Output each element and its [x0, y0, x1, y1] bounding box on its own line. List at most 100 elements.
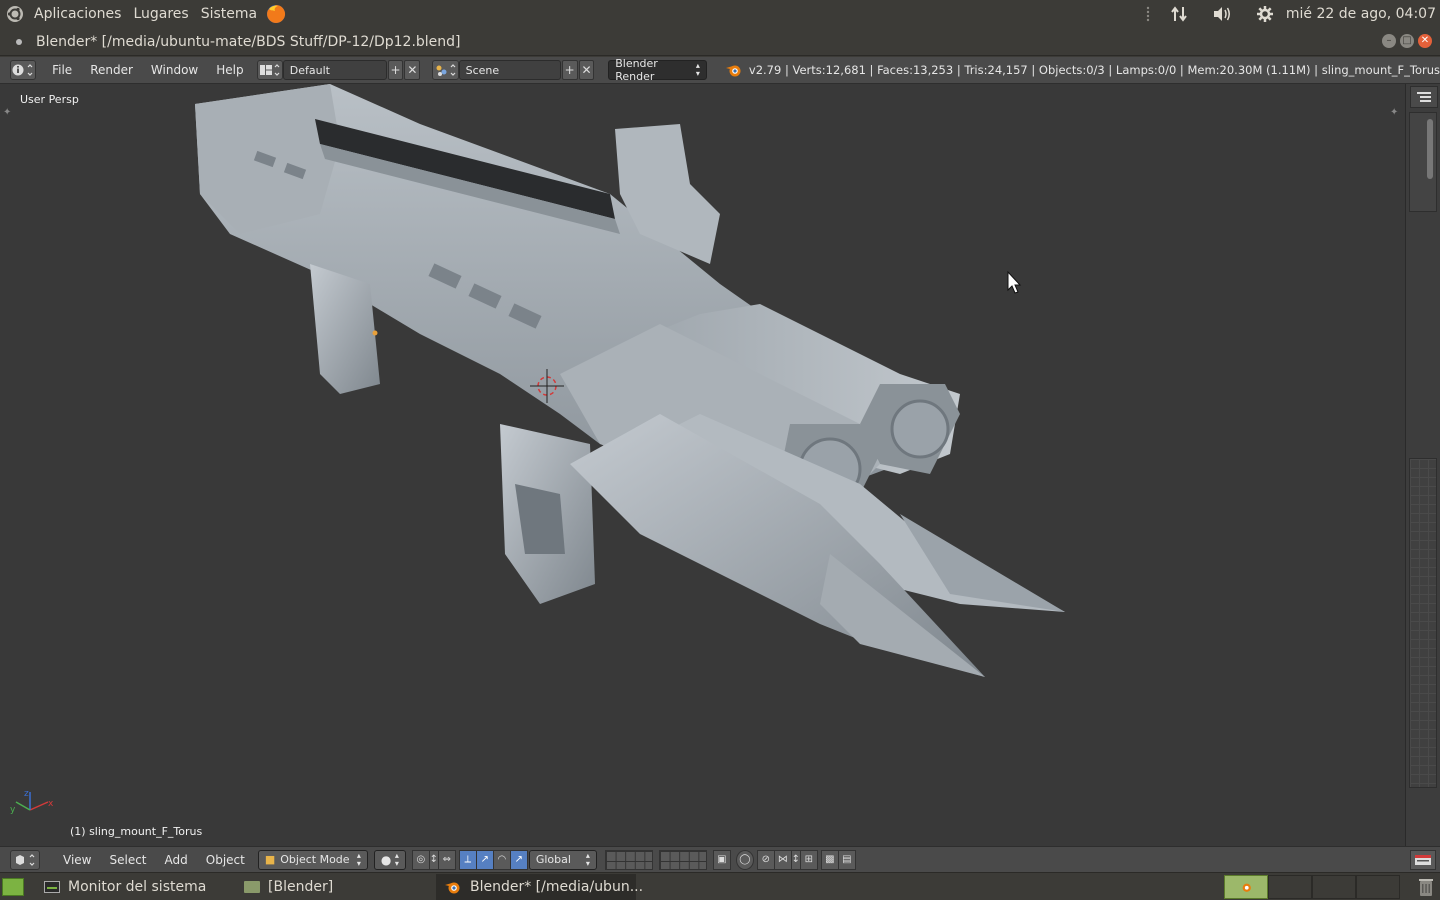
dropdown-arrows-icon: ▴ ▾: [585, 850, 590, 868]
menu-object[interactable]: Object: [197, 846, 254, 873]
corner-widget-icon[interactable]: ✦: [1390, 107, 1398, 118]
dropdown-arrows-icon: ▴ ▾: [695, 61, 700, 78]
proportional-edit-icon[interactable]: ◯: [735, 849, 754, 870]
mouse-pointer-icon: [1007, 270, 1022, 294]
menu-lugares[interactable]: Lugares: [127, 0, 194, 28]
info-header: File Render Window Help Default + ✕ Scen…: [0, 57, 1440, 84]
bottom-taskbar: Monitor del sistema [Blender] Blender* […: [0, 872, 1440, 900]
add-scene-icon[interactable]: +: [561, 60, 578, 80]
layers-grid-2[interactable]: [658, 849, 707, 870]
corner-widget-icon[interactable]: ✦: [3, 107, 11, 118]
clock[interactable]: mié 22 de ago, 04:07: [1282, 0, 1440, 28]
window-title: Blender* [/media/ubuntu-mate/BDS Stuff/D…: [36, 33, 461, 50]
firefox-icon[interactable]: [263, 0, 289, 28]
remove-layout-icon[interactable]: ✕: [404, 60, 421, 80]
translate-manipulator-icon[interactable]: ⟂: [458, 849, 477, 870]
add-layout-icon[interactable]: +: [387, 60, 404, 80]
trash-icon[interactable]: [1418, 877, 1434, 897]
window-menu-icon[interactable]: [16, 38, 22, 45]
ubuntu-logo-icon[interactable]: [0, 0, 28, 28]
settings-gear-icon[interactable]: [1244, 0, 1282, 28]
3d-model-render[interactable]: ✦ ✦ z y x: [0, 84, 1405, 846]
object-mode-cube-icon: ■: [264, 853, 276, 866]
viewport-shading-dropdown[interactable]: ● ▴ ▾: [373, 849, 406, 870]
close-button[interactable]: ✕: [1418, 34, 1432, 48]
snap-toggle-icon[interactable]: ⊘: [756, 849, 775, 870]
window-titlebar[interactable]: Blender* [/media/ubuntu-mate/BDS Stuff/D…: [0, 28, 1440, 56]
task-system-monitor[interactable]: Monitor del sistema: [36, 874, 236, 900]
rotate-manipulator-icon[interactable]: ↗: [475, 849, 494, 870]
render-engine-label: Blender Render: [615, 57, 658, 83]
properties-region[interactable]: [1409, 458, 1437, 788]
manipulator-space-icon[interactable]: ↗: [509, 849, 528, 870]
editor-type-info-button[interactable]: [10, 60, 37, 80]
menu-help[interactable]: Help: [207, 57, 252, 84]
screen-layout-field[interactable]: Default: [282, 60, 387, 80]
maximize-button[interactable]: □: [1400, 34, 1414, 48]
editor-type-3dview-button[interactable]: [10, 849, 40, 870]
remove-scene-icon[interactable]: ✕: [578, 60, 595, 80]
menu-render[interactable]: Render: [81, 57, 142, 84]
scene-icon[interactable]: [432, 60, 459, 80]
scene-statistics: v2.79 | Verts:12,681 | Faces:13,253 | Tr…: [748, 63, 1440, 77]
show-desktop-icon[interactable]: [2, 877, 24, 896]
object-mode-dropdown[interactable]: ■ Object Mode ▴ ▾: [257, 849, 368, 870]
3d-view-header: View Select Add Object ■ Object Mode ▴ ▾ …: [0, 846, 1440, 872]
workspace-switcher[interactable]: [1224, 875, 1400, 899]
menu-aplicaciones[interactable]: Aplicaciones: [28, 0, 127, 28]
3d-viewport[interactable]: User Persp ✦ ✦ z y x (1) sling_mount_F_T…: [0, 84, 1405, 846]
workspace-1[interactable]: [1224, 875, 1268, 899]
menu-window[interactable]: Window: [142, 57, 207, 84]
info-editor-icon[interactable]: [1410, 850, 1436, 870]
svg-text:x: x: [48, 799, 54, 809]
volume-icon[interactable]: [1200, 0, 1244, 28]
transform-orientation-label: Global: [535, 853, 571, 866]
screen-layout-icon[interactable]: [256, 60, 283, 80]
workspace-3[interactable]: [1312, 875, 1356, 899]
task-blender-folder[interactable]: [Blender]: [236, 874, 436, 900]
pivot-point-icon[interactable]: ◎: [411, 849, 430, 870]
menu-add[interactable]: Add: [156, 846, 197, 873]
system-monitor-icon: [44, 880, 60, 893]
network-icon[interactable]: [1158, 0, 1200, 28]
menu-view[interactable]: View: [54, 846, 100, 873]
svg-text:z: z: [24, 789, 29, 799]
object-origin-icon: [372, 330, 378, 336]
lock-layers-icon[interactable]: ▣: [712, 849, 731, 870]
active-object-label: (1) sling_mount_F_Torus: [70, 825, 203, 838]
dropdown-arrows-icon: ▴ ▾: [394, 850, 399, 868]
task-label: Blender* [/media/ubun...: [470, 878, 644, 895]
scene-field[interactable]: Scene: [458, 60, 561, 80]
menu-file[interactable]: File: [43, 57, 81, 84]
render-engine-dropdown[interactable]: Blender Render ▴ ▾: [608, 57, 707, 83]
transform-orientation-dropdown[interactable]: Global ▴ ▾: [528, 849, 597, 870]
menu-select[interactable]: Select: [100, 846, 155, 873]
minimize-button[interactable]: –: [1382, 34, 1396, 48]
top-panel: Aplicaciones Lugares Sistema mié 22 de a…: [0, 0, 1440, 28]
dropdown-arrows-icon: ▴ ▾: [356, 850, 361, 868]
axis-gizmo-icon: z y x: [10, 789, 54, 815]
opengl-render-animation-icon[interactable]: ▤: [837, 849, 856, 870]
layers-grid-1[interactable]: [604, 849, 653, 870]
grip-icon: [1138, 0, 1158, 28]
workspace-4[interactable]: [1356, 875, 1400, 899]
opengl-render-image-icon[interactable]: ▩: [820, 849, 839, 870]
task-label: Monitor del sistema: [68, 878, 207, 895]
task-label: [Blender]: [268, 878, 334, 895]
blender-logo-icon: [444, 879, 462, 895]
snap-settings-icon[interactable]: ⊞: [799, 849, 818, 870]
scale-manipulator-icon[interactable]: ◠: [492, 849, 511, 870]
snap-element-icon[interactable]: ⋈: [773, 849, 792, 870]
object-mode-label: Object Mode: [280, 853, 350, 866]
folder-icon: [244, 880, 260, 893]
task-blender-window[interactable]: Blender* [/media/ubun...: [436, 873, 643, 900]
blender-logo-icon: [725, 62, 743, 78]
solid-shading-icon: ●: [380, 852, 392, 867]
svg-text:y: y: [10, 805, 16, 815]
menu-sistema[interactable]: Sistema: [195, 0, 263, 28]
outliner-editor-icon[interactable]: [1410, 86, 1438, 108]
right-side-panel[interactable]: [1405, 84, 1440, 846]
workspace-2[interactable]: [1268, 875, 1312, 899]
outliner-scrollbar[interactable]: [1409, 112, 1437, 212]
manipulator-toggle-icon[interactable]: ⇔: [437, 849, 456, 870]
